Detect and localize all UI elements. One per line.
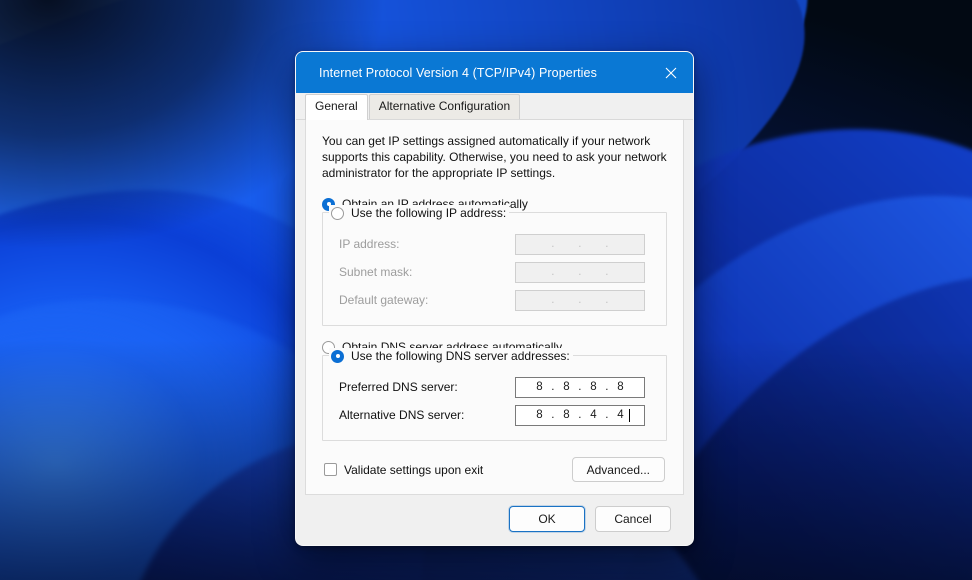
preferred-dns-separator-2: .	[578, 381, 582, 393]
tab-general[interactable]: General	[305, 94, 368, 120]
manual-dns-group: Use the following DNS server addresses: …	[322, 348, 667, 441]
radio-label-use-following-ip: Use the following IP address:	[351, 206, 507, 220]
preferred-dns-octet-3: 8	[590, 381, 597, 393]
field-row-default-gateway: Default gateway: . . .	[327, 287, 662, 313]
checkbox-indicator-validate-settings[interactable]	[324, 463, 337, 476]
dialog-titlebar: Internet Protocol Version 4 (TCP/IPv4) P…	[296, 52, 693, 93]
input-ip-address[interactable]: . . .	[515, 233, 645, 255]
ip-address-separator-1: .	[551, 238, 555, 250]
default-gateway-separator-1: .	[551, 294, 555, 306]
subnet-mask-separator-1: .	[551, 266, 555, 278]
ipv4-properties-dialog: Internet Protocol Version 4 (TCP/IPv4) P…	[295, 51, 694, 546]
ip-address-separator-2: .	[578, 238, 582, 250]
manual-ip-group: Use the following IP address: IP address…	[322, 205, 667, 326]
input-alternative-dns-server[interactable]: 8 . 8 . 4 . 4	[515, 404, 645, 426]
label-ip-address: IP address:	[339, 237, 400, 251]
preferred-dns-octet-2: 8	[563, 381, 570, 393]
radio-indicator-use-following-ip[interactable]	[331, 206, 344, 220]
preferred-dns-separator-3: .	[605, 381, 609, 393]
label-preferred-dns-server: Preferred DNS server:	[339, 380, 458, 394]
default-gateway-separator-2: .	[578, 294, 582, 306]
subnet-mask-separator-3: .	[605, 266, 609, 278]
preferred-dns-octet-4: 8	[617, 381, 624, 393]
label-alternative-dns-server: Alternative DNS server:	[339, 408, 465, 422]
alternative-dns-octet-3: 4	[590, 409, 597, 421]
ip-address-separator-3: .	[605, 238, 609, 250]
general-tab-panel: You can get IP settings assigned automat…	[305, 120, 684, 495]
preferred-dns-separator-1: .	[551, 381, 555, 393]
radio-label-use-following-dns: Use the following DNS server addresses:	[351, 349, 570, 363]
field-row-subnet-mask: Subnet mask: . . .	[327, 259, 662, 285]
radio-indicator-use-following-dns[interactable]	[331, 349, 344, 363]
input-subnet-mask[interactable]: . . .	[515, 261, 645, 283]
input-default-gateway[interactable]: . . .	[515, 289, 645, 311]
tab-alternative-configuration[interactable]: Alternative Configuration	[368, 94, 521, 119]
alternative-dns-octet-4: 4	[617, 409, 624, 421]
advanced-button[interactable]: Advanced...	[571, 457, 665, 482]
bottom-options-row: Validate settings upon exit Advanced...	[322, 457, 667, 482]
label-default-gateway: Default gateway:	[339, 293, 429, 307]
close-icon[interactable]	[649, 52, 693, 93]
dialog-footer: OK Cancel	[296, 495, 693, 545]
radio-use-following-dns[interactable]: Use the following DNS server addresses:	[329, 348, 573, 364]
ok-button[interactable]: OK	[509, 506, 585, 532]
subnet-mask-separator-2: .	[578, 266, 582, 278]
field-row-alternative-dns: Alternative DNS server: 8 . 8 . 4 . 4	[327, 402, 662, 428]
text-caret	[628, 408, 630, 422]
input-preferred-dns-server[interactable]: 8 . 8 . 8 . 8	[515, 376, 645, 398]
tab-strip: General Alternative Configuration	[296, 93, 693, 120]
field-row-preferred-dns: Preferred DNS server: 8 . 8 . 8 . 8	[327, 374, 662, 400]
radio-use-following-ip[interactable]: Use the following IP address:	[329, 205, 510, 221]
alternative-dns-separator-2: .	[578, 409, 582, 421]
alternative-dns-separator-1: .	[551, 409, 555, 421]
field-row-ip-address: IP address: . . .	[327, 231, 662, 257]
default-gateway-separator-3: .	[605, 294, 609, 306]
checkbox-validate-settings[interactable]: Validate settings upon exit	[324, 463, 483, 477]
intro-text: You can get IP settings assigned automat…	[322, 134, 667, 180]
label-subnet-mask: Subnet mask:	[339, 265, 413, 279]
cancel-button[interactable]: Cancel	[595, 506, 671, 532]
desktop-background: Internet Protocol Version 4 (TCP/IPv4) P…	[0, 0, 972, 580]
preferred-dns-octet-1: 8	[536, 381, 543, 393]
dialog-title: Internet Protocol Version 4 (TCP/IPv4) P…	[319, 65, 597, 80]
alternative-dns-octet-2: 8	[563, 409, 570, 421]
alternative-dns-octet-1: 8	[536, 409, 543, 421]
alternative-dns-separator-3: .	[605, 409, 609, 421]
checkbox-label-validate-settings: Validate settings upon exit	[344, 462, 484, 477]
